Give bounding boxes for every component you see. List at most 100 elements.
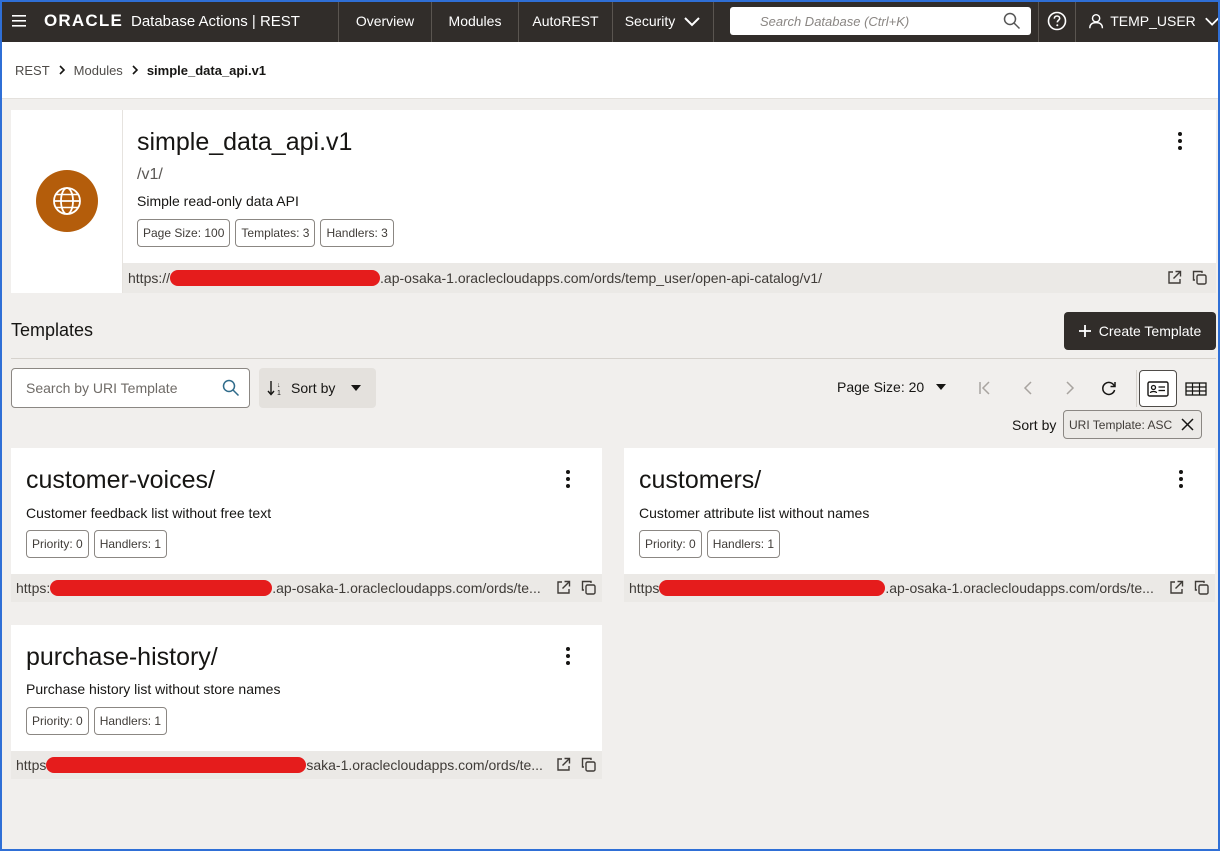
chevron-right-icon bbox=[59, 65, 65, 75]
sort-chip: URI Template: ASC bbox=[1063, 410, 1202, 439]
redaction-mark bbox=[46, 757, 307, 773]
template-chips: Priority: 0 Handlers: 1 bbox=[26, 530, 168, 558]
template-url-actions bbox=[1169, 580, 1209, 595]
brand[interactable]: ORACLE Database Actions | REST bbox=[38, 0, 338, 42]
menu-icon[interactable] bbox=[0, 0, 38, 42]
caret-down-icon bbox=[936, 384, 947, 390]
copy-icon[interactable] bbox=[1194, 580, 1209, 595]
module-url-bar: https:// .ap-osaka-1.oraclecloudapps.com… bbox=[123, 263, 1216, 293]
sort-icon: ↓1 bbox=[267, 381, 281, 397]
template-url-bar: https .ap-osaka-1.oraclecloudapps.com/or… bbox=[624, 574, 1215, 602]
module-actions-menu-icon[interactable] bbox=[1170, 129, 1190, 153]
nav-security-label: Security bbox=[624, 13, 676, 29]
template-title[interactable]: customers/ bbox=[639, 466, 761, 495]
breadcrumb-current: simple_data_api.v1 bbox=[146, 62, 267, 78]
open-link-icon[interactable] bbox=[1169, 580, 1184, 595]
template-url-bar: https saka-1.oraclecloudapps.com/ords/te… bbox=[11, 751, 602, 779]
breadcrumb: REST Modules simple_data_api.v1 bbox=[0, 42, 1220, 99]
template-title[interactable]: purchase-history/ bbox=[26, 643, 218, 672]
help-icon bbox=[1047, 11, 1067, 31]
handlers-count-chip: Handlers: 3 bbox=[320, 219, 394, 247]
search-icon bbox=[222, 379, 240, 397]
previous-page-button[interactable] bbox=[1013, 372, 1043, 404]
template-card[interactable]: customer-voices/ Customer feedback list … bbox=[11, 448, 602, 602]
user-menu[interactable]: TEMP_USER bbox=[1084, 0, 1220, 42]
chevron-left-icon bbox=[1023, 381, 1032, 395]
template-card[interactable]: customers/ Customer attribute list witho… bbox=[624, 448, 1215, 602]
create-template-label: Create Template bbox=[1098, 323, 1202, 339]
toggle-separator bbox=[1136, 370, 1137, 407]
template-card[interactable]: purchase-history/ Purchase history list … bbox=[11, 625, 602, 779]
template-description: Purchase history list without store name… bbox=[26, 681, 281, 697]
page-size-label: Page Size: 20 bbox=[837, 379, 925, 395]
nav-overview[interactable]: Overview bbox=[338, 0, 431, 42]
nav-modules[interactable]: Modules bbox=[431, 0, 518, 42]
handlers-chip: Handlers: 1 bbox=[706, 530, 781, 558]
priority-chip: Priority: 0 bbox=[639, 530, 702, 558]
close-icon[interactable] bbox=[1181, 418, 1194, 431]
sort-by-button[interactable]: ↓ 1 Sort by bbox=[259, 368, 376, 408]
refresh-icon bbox=[1102, 381, 1116, 396]
card-view-icon bbox=[1147, 380, 1169, 397]
redaction-mark bbox=[659, 580, 886, 596]
template-actions-menu-icon[interactable] bbox=[558, 644, 578, 668]
top-bar: ORACLE Database Actions | REST Overview … bbox=[0, 0, 1220, 42]
breadcrumb-rest[interactable]: REST bbox=[15, 63, 50, 78]
template-url-suffix: saka-1.oraclecloudapps.com/ords/te... bbox=[306, 757, 543, 773]
nav-autorest[interactable]: AutoREST bbox=[518, 0, 612, 42]
breadcrumb-modules[interactable]: Modules bbox=[74, 63, 123, 78]
svg-text:↓: ↓ bbox=[277, 382, 281, 389]
template-actions-menu-icon[interactable] bbox=[1171, 467, 1191, 491]
module-description: Simple read-only data API bbox=[137, 193, 299, 209]
priority-chip: Priority: 0 bbox=[26, 530, 89, 558]
copy-icon[interactable] bbox=[581, 580, 596, 595]
create-template-button[interactable]: Create Template bbox=[1064, 312, 1216, 350]
template-description: Customer attribute list without names bbox=[639, 505, 870, 521]
table-view-toggle[interactable] bbox=[1177, 370, 1215, 407]
main-nav: Overview Modules AutoREST Security bbox=[338, 0, 714, 42]
module-card: simple_data_api.v1 /v1/ Simple read-only… bbox=[11, 110, 1216, 293]
chevron-right-icon bbox=[1066, 381, 1075, 395]
module-icon-box bbox=[11, 110, 123, 293]
uri-template-search-input[interactable]: Search by URI Template bbox=[11, 368, 250, 408]
user-icon bbox=[1089, 13, 1104, 29]
module-chips: Page Size: 100 Templates: 3 Handlers: 3 bbox=[137, 219, 394, 247]
handlers-chip: Handlers: 1 bbox=[93, 707, 168, 735]
template-url-prefix: https bbox=[16, 757, 47, 773]
sort-by-label: Sort by bbox=[291, 380, 336, 396]
database-search-input[interactable]: Search Database (Ctrl+K) bbox=[730, 7, 1031, 35]
open-link-icon[interactable] bbox=[1167, 270, 1182, 285]
globe-icon bbox=[52, 186, 81, 215]
chevron-right-icon bbox=[132, 65, 138, 75]
template-url-prefix: https bbox=[629, 580, 660, 596]
template-title[interactable]: customer-voices/ bbox=[26, 466, 215, 495]
template-chips: Priority: 0 Handlers: 1 bbox=[639, 530, 781, 558]
open-link-icon[interactable] bbox=[556, 757, 571, 772]
template-url-prefix: https: bbox=[16, 580, 51, 596]
card-view-toggle[interactable] bbox=[1139, 370, 1177, 407]
redaction-mark bbox=[170, 270, 381, 286]
module-url-actions bbox=[1167, 270, 1207, 285]
template-url-bar: https: .ap-osaka-1.oraclecloudapps.com/o… bbox=[11, 574, 602, 602]
template-description: Customer feedback list without free text bbox=[26, 505, 272, 521]
sort-by-indicator-label: Sort by bbox=[1012, 417, 1057, 433]
module-path: /v1/ bbox=[137, 166, 163, 183]
module-avatar bbox=[35, 169, 98, 232]
template-chips: Priority: 0 Handlers: 1 bbox=[26, 707, 168, 735]
sort-chip-label: URI Template: ASC bbox=[1069, 417, 1173, 432]
help-button[interactable] bbox=[1038, 0, 1076, 42]
priority-chip: Priority: 0 bbox=[26, 707, 89, 735]
copy-icon[interactable] bbox=[1192, 270, 1207, 285]
next-page-button[interactable] bbox=[1055, 372, 1085, 404]
plus-icon bbox=[1078, 325, 1091, 337]
module-title: simple_data_api.v1 bbox=[137, 128, 353, 156]
module-url-suffix: .ap-osaka-1.oraclecloudapps.com/ords/tem… bbox=[380, 270, 823, 286]
nav-security[interactable]: Security bbox=[612, 0, 714, 42]
refresh-button[interactable] bbox=[1094, 372, 1124, 404]
copy-icon[interactable] bbox=[581, 757, 596, 772]
template-actions-menu-icon[interactable] bbox=[558, 467, 578, 491]
first-page-button[interactable] bbox=[970, 372, 1000, 404]
open-link-icon[interactable] bbox=[556, 580, 571, 595]
page-size-select[interactable]: Page Size: 20 bbox=[837, 379, 947, 395]
templates-count-chip: Templates: 3 bbox=[235, 219, 316, 247]
